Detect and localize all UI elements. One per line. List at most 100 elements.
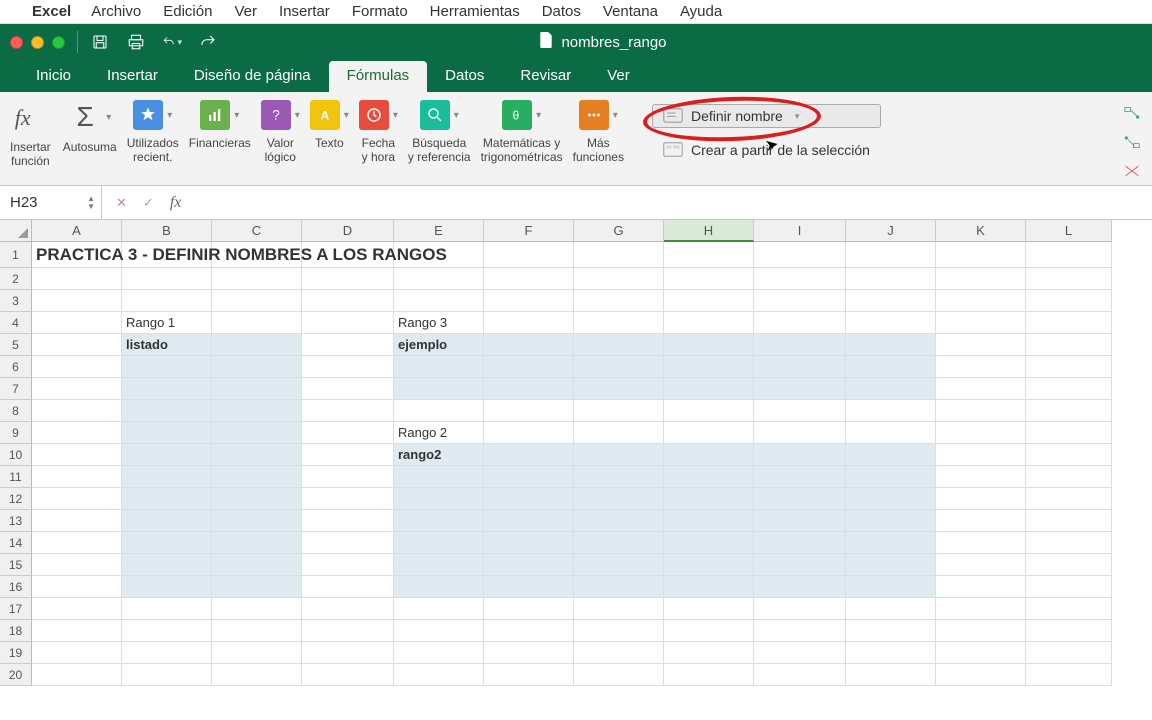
menubar-app[interactable]: Excel xyxy=(32,3,71,20)
tab-ver[interactable]: Ver xyxy=(589,61,648,92)
row-header-19[interactable]: 19 xyxy=(0,642,32,664)
cell-L8[interactable] xyxy=(1026,400,1112,422)
row-header-12[interactable]: 12 xyxy=(0,488,32,510)
cell-C15[interactable] xyxy=(212,554,302,576)
cell-B3[interactable] xyxy=(122,290,212,312)
cell-D8[interactable] xyxy=(302,400,394,422)
cell-J18[interactable] xyxy=(846,620,936,642)
cell-K19[interactable] xyxy=(936,642,1026,664)
cell-J15[interactable] xyxy=(846,554,936,576)
cell-J14[interactable] xyxy=(846,532,936,554)
cell-L6[interactable] xyxy=(1026,356,1112,378)
cell-I15[interactable] xyxy=(754,554,846,576)
col-header-B[interactable]: B xyxy=(122,220,212,242)
cell-G14[interactable] xyxy=(574,532,664,554)
cell-F8[interactable] xyxy=(484,400,574,422)
cell-L10[interactable] xyxy=(1026,444,1112,466)
cell-G1[interactable] xyxy=(574,242,664,268)
cell-G9[interactable] xyxy=(574,422,664,444)
cell-L20[interactable] xyxy=(1026,664,1112,686)
cell-K3[interactable] xyxy=(936,290,1026,312)
cell-G13[interactable] xyxy=(574,510,664,532)
cell-A7[interactable] xyxy=(32,378,122,400)
row-header-8[interactable]: 8 xyxy=(0,400,32,422)
datetime-button[interactable]: ▾ Fecha y hora xyxy=(359,100,398,180)
lookup-button[interactable]: ▾ Búsqueda y referencia xyxy=(408,100,471,180)
cell-K15[interactable] xyxy=(936,554,1026,576)
cell-E9[interactable]: Rango 2 xyxy=(394,422,484,444)
cell-I1[interactable] xyxy=(754,242,846,268)
menu-datos[interactable]: Datos xyxy=(542,3,581,20)
cell-C11[interactable] xyxy=(212,466,302,488)
cell-H3[interactable] xyxy=(664,290,754,312)
cell-H15[interactable] xyxy=(664,554,754,576)
name-box-stepper[interactable]: ▲▼ xyxy=(87,195,95,211)
cell-A10[interactable] xyxy=(32,444,122,466)
cell-F14[interactable] xyxy=(484,532,574,554)
cell-H7[interactable] xyxy=(664,378,754,400)
cell-J5[interactable] xyxy=(846,334,936,356)
row-header-20[interactable]: 20 xyxy=(0,664,32,686)
cell-L17[interactable] xyxy=(1026,598,1112,620)
cell-I16[interactable] xyxy=(754,576,846,598)
cell-H13[interactable] xyxy=(664,510,754,532)
cell-E2[interactable] xyxy=(394,268,484,290)
zoom-window-button[interactable] xyxy=(52,36,65,49)
cancel-formula-icon[interactable]: ✕ xyxy=(116,195,127,211)
cell-I8[interactable] xyxy=(754,400,846,422)
cell-C20[interactable] xyxy=(212,664,302,686)
cell-C8[interactable] xyxy=(212,400,302,422)
cell-L9[interactable] xyxy=(1026,422,1112,444)
cell-A6[interactable] xyxy=(32,356,122,378)
cell-E18[interactable] xyxy=(394,620,484,642)
spreadsheet-grid[interactable]: ABCDEFGHIJKL 1PRACTICA 3 - DEFINIR NOMBR… xyxy=(0,220,1152,686)
cell-D13[interactable] xyxy=(302,510,394,532)
cell-H10[interactable] xyxy=(664,444,754,466)
cell-L16[interactable] xyxy=(1026,576,1112,598)
cell-B5[interactable]: listado xyxy=(122,334,212,356)
cell-A12[interactable] xyxy=(32,488,122,510)
cell-G18[interactable] xyxy=(574,620,664,642)
cell-D18[interactable] xyxy=(302,620,394,642)
cell-C3[interactable] xyxy=(212,290,302,312)
cell-A2[interactable] xyxy=(32,268,122,290)
cell-I5[interactable] xyxy=(754,334,846,356)
row-header-1[interactable]: 1 xyxy=(0,242,32,268)
cell-B19[interactable] xyxy=(122,642,212,664)
row-header-13[interactable]: 13 xyxy=(0,510,32,532)
cell-K2[interactable] xyxy=(936,268,1026,290)
math-button[interactable]: θ▾ Matemáticas y trigonométricas xyxy=(481,100,563,180)
cell-E7[interactable] xyxy=(394,378,484,400)
col-header-F[interactable]: F xyxy=(484,220,574,242)
tab-datos[interactable]: Datos xyxy=(427,61,502,92)
cell-D19[interactable] xyxy=(302,642,394,664)
cell-D20[interactable] xyxy=(302,664,394,686)
cell-I2[interactable] xyxy=(754,268,846,290)
cell-K4[interactable] xyxy=(936,312,1026,334)
cell-J4[interactable] xyxy=(846,312,936,334)
cell-J17[interactable] xyxy=(846,598,936,620)
cell-G10[interactable] xyxy=(574,444,664,466)
cell-E4[interactable]: Rango 3 xyxy=(394,312,484,334)
cell-I19[interactable] xyxy=(754,642,846,664)
row-header-7[interactable]: 7 xyxy=(0,378,32,400)
cell-J13[interactable] xyxy=(846,510,936,532)
close-window-button[interactable] xyxy=(10,36,23,49)
row-header-9[interactable]: 9 xyxy=(0,422,32,444)
cell-G7[interactable] xyxy=(574,378,664,400)
cell-E14[interactable] xyxy=(394,532,484,554)
cell-L11[interactable] xyxy=(1026,466,1112,488)
cell-H9[interactable] xyxy=(664,422,754,444)
cell-H4[interactable] xyxy=(664,312,754,334)
cell-L13[interactable] xyxy=(1026,510,1112,532)
cell-L18[interactable] xyxy=(1026,620,1112,642)
cell-D12[interactable] xyxy=(302,488,394,510)
cell-A9[interactable] xyxy=(32,422,122,444)
cell-H18[interactable] xyxy=(664,620,754,642)
cell-E20[interactable] xyxy=(394,664,484,686)
cell-D16[interactable] xyxy=(302,576,394,598)
redo-icon[interactable] xyxy=(198,32,218,52)
cell-E11[interactable] xyxy=(394,466,484,488)
cell-K13[interactable] xyxy=(936,510,1026,532)
cell-D7[interactable] xyxy=(302,378,394,400)
